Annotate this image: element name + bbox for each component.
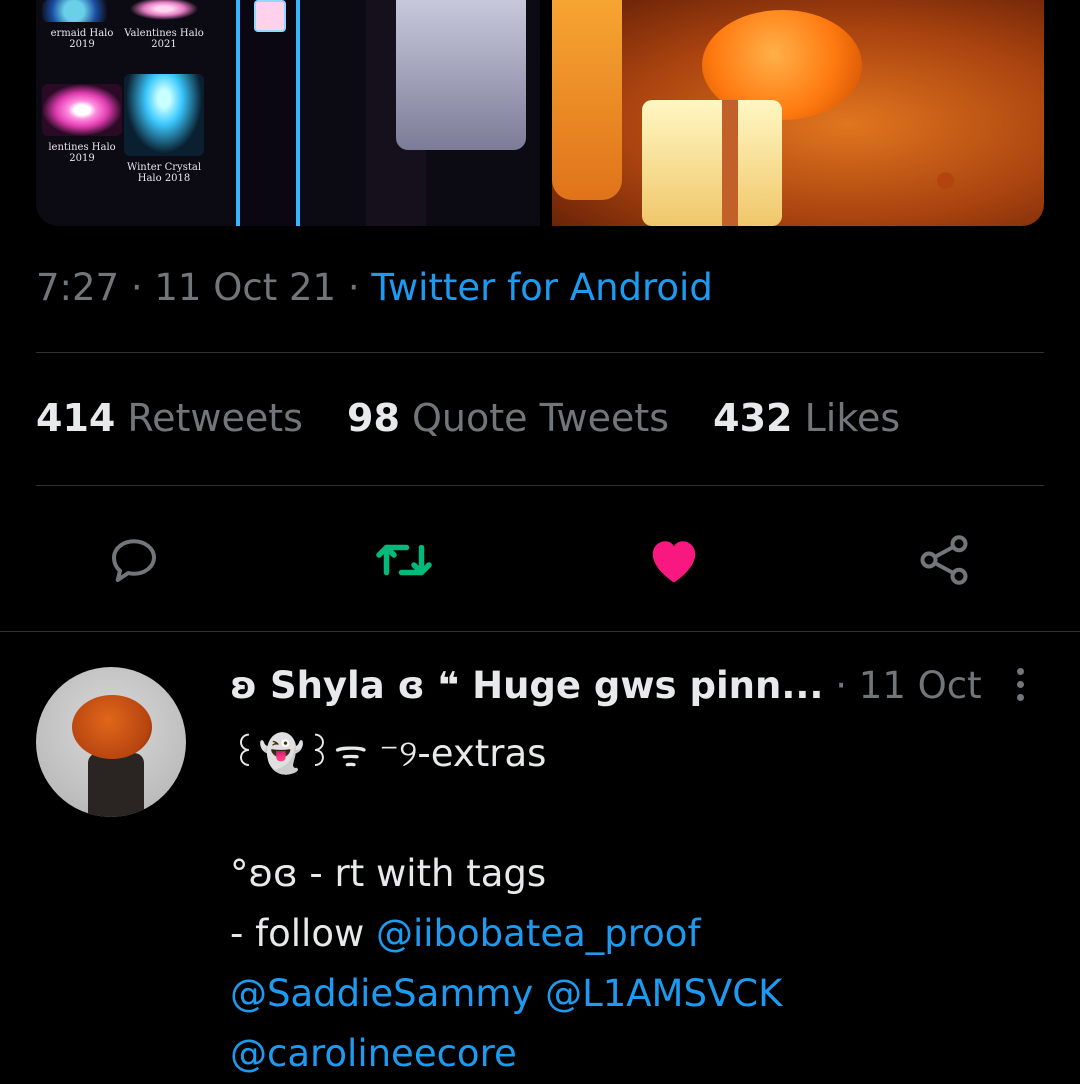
retweet-icon <box>376 544 432 576</box>
media-image-pumpkin-room[interactable] <box>552 0 1044 226</box>
mention-link[interactable]: @iibobatea_proof <box>376 912 700 955</box>
reply-author-name[interactable]: ʚ Shyla ɞ ❝ Huge gws pinn... <box>230 664 823 707</box>
inventory-scroll-panel <box>236 0 300 226</box>
retweet-button[interactable] <box>374 530 434 590</box>
halo-item: Winter Crystal Halo 2018 <box>118 74 210 184</box>
reply-button[interactable] <box>104 530 164 590</box>
quote-tweets-count: 98 <box>347 396 400 440</box>
halo-image <box>42 0 122 22</box>
tweet-source-link[interactable]: Twitter for Android <box>371 266 712 309</box>
separator: · <box>119 266 155 309</box>
tweet-timestamp: 7:27 · 11 Oct 21 · Twitter for Android <box>36 266 713 309</box>
separator: · <box>336 266 372 309</box>
halo-item: lentines Halo 2019 <box>36 84 128 164</box>
pumpkin-head-icon <box>72 695 152 759</box>
gift-box-band <box>722 100 738 226</box>
avatar-doll <box>552 0 622 200</box>
quote-tweets-label: Quote Tweets <box>412 396 670 440</box>
mention-link[interactable]: @carolineecore <box>230 1032 517 1075</box>
retweets-label: Retweets <box>127 396 303 440</box>
share-button[interactable] <box>914 530 974 590</box>
media-image-halos[interactable]: ermaid Halo 2019 Valentines Halo 2021 le… <box>36 0 540 226</box>
divider <box>36 352 1044 353</box>
quote-tweets-stat[interactable]: 98 Quote Tweets <box>347 396 669 440</box>
tweet-time: 7:27 <box>36 266 120 309</box>
halo-image <box>124 0 204 22</box>
more-options-button[interactable] <box>1010 668 1030 708</box>
retweets-stat[interactable]: 414 Retweets <box>36 396 303 440</box>
dot <box>1016 694 1024 701</box>
mention-link[interactable]: @L1AMSVCK <box>545 972 782 1015</box>
halo-label: ermaid Halo 2019 <box>50 28 114 50</box>
halo-label: Winter Crystal Halo 2018 <box>126 162 202 184</box>
halo-item: ermaid Halo 2019 <box>36 0 128 50</box>
halo-label: lentines Halo 2019 <box>48 142 116 164</box>
mention-link[interactable]: @SaddieSammy <box>230 972 533 1015</box>
divider <box>36 485 1044 486</box>
gift-box <box>642 100 782 226</box>
reply-line-3: °ʚɞ - rt with tags <box>230 852 547 895</box>
like-icon <box>652 541 696 583</box>
reply-date[interactable]: 11 Oct <box>859 664 982 707</box>
likes-label: Likes <box>804 396 901 440</box>
panel-item <box>254 0 286 32</box>
halo-label: Valentines Halo 2021 <box>124 28 204 50</box>
separator: · <box>835 664 859 707</box>
avatar-figure <box>396 0 526 150</box>
reply-author-avatar[interactable] <box>36 667 186 817</box>
dot <box>1016 668 1024 675</box>
retweets-count: 414 <box>36 396 116 440</box>
reply-line-4-prefix: - follow <box>230 912 376 955</box>
reply-text: ꒰👻꒱ᯤ ⁻୨-extras °ʚɞ - rt with tags - foll… <box>230 724 782 1084</box>
dot <box>1016 681 1024 688</box>
reply-line-1: ꒰👻꒱ᯤ ⁻୨-extras <box>230 732 547 775</box>
halo-item: Valentines Halo 2021 <box>118 0 210 50</box>
halo-image <box>42 84 122 136</box>
halo-image <box>124 74 204 156</box>
avatar-body <box>88 753 144 817</box>
likes-stat[interactable]: 432 Likes <box>713 396 900 440</box>
reply-icon <box>112 539 156 582</box>
reply-header: ʚ Shyla ɞ ❝ Huge gws pinn... · 11 Oct <box>230 664 982 707</box>
share-icon <box>920 535 968 585</box>
likes-count: 432 <box>713 396 793 440</box>
like-button[interactable] <box>644 530 704 590</box>
tweet-stats: 414 Retweets 98 Quote Tweets 432 Likes <box>36 396 932 440</box>
tweet-media[interactable]: ermaid Halo 2019 Valentines Halo 2021 le… <box>36 0 1044 226</box>
tweet-date: 11 Oct 21 <box>154 266 337 309</box>
divider <box>0 631 1080 632</box>
